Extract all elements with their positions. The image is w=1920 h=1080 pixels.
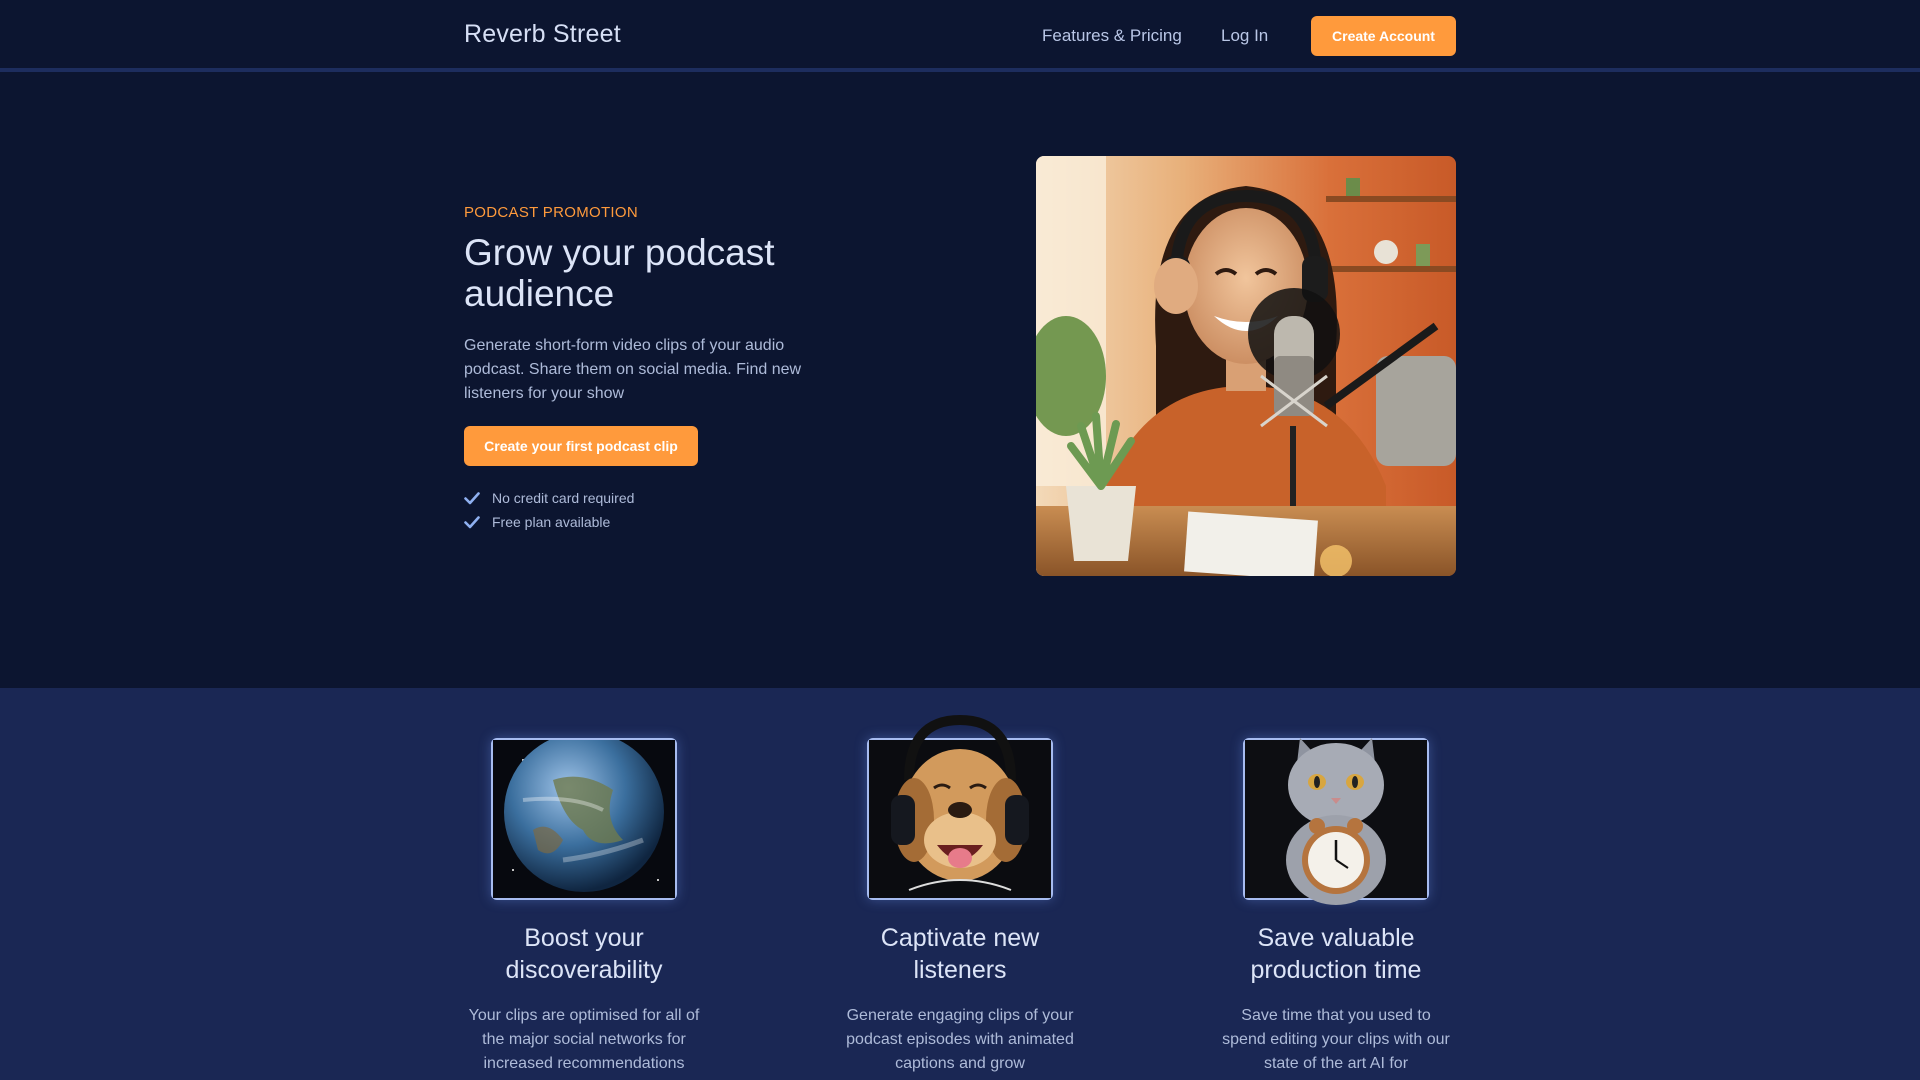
hero-check-list: No credit card required Free plan availa… [464, 486, 634, 534]
feature-title: Captivate new listeners [880, 924, 1040, 984]
nav-features-pricing-link[interactable]: Features & Pricing [1042, 26, 1182, 46]
checkmark-icon [464, 514, 480, 530]
podcaster-photo [1036, 156, 1456, 576]
create-account-button[interactable]: Create Account [1311, 16, 1456, 56]
cat-clock-image [1243, 738, 1429, 905]
check-item-label: No credit card required [492, 490, 635, 506]
feature-description: Your clips are optimised for all of the … [468, 1007, 700, 1072]
hero-section: PODCAST PROMOTION Grow your podcast audi… [0, 76, 1920, 688]
hero-description: Generate short-form video clips of your … [464, 337, 802, 402]
check-item: Free plan available [464, 510, 634, 534]
check-item-label: Free plan available [492, 514, 611, 530]
earth-image [491, 732, 677, 900]
hero-title: Grow your podcast audience [464, 232, 775, 314]
feature-title: Boost your discoverability [505, 924, 663, 984]
nav-login-link[interactable]: Log In [1221, 26, 1268, 46]
hero-eyebrow: PODCAST PROMOTION [464, 204, 639, 221]
feature-description: Generate engaging clips of your podcast … [846, 1007, 1074, 1072]
feature-title: Save valuable production time [1250, 924, 1422, 984]
dog-headphones-image [867, 714, 1053, 900]
site-header: Reverb Street Features & Pricing Log In … [0, 0, 1920, 72]
check-item: No credit card required [464, 486, 634, 510]
checkmark-icon [464, 490, 480, 506]
feature-description: Save time that you used to spend editing… [1222, 1007, 1450, 1072]
features-section: Boost your discoverability Your clips ar… [0, 688, 1920, 1080]
create-first-clip-button[interactable]: Create your first podcast clip [464, 426, 698, 466]
brand-logo-link[interactable]: Reverb Street [464, 20, 621, 49]
